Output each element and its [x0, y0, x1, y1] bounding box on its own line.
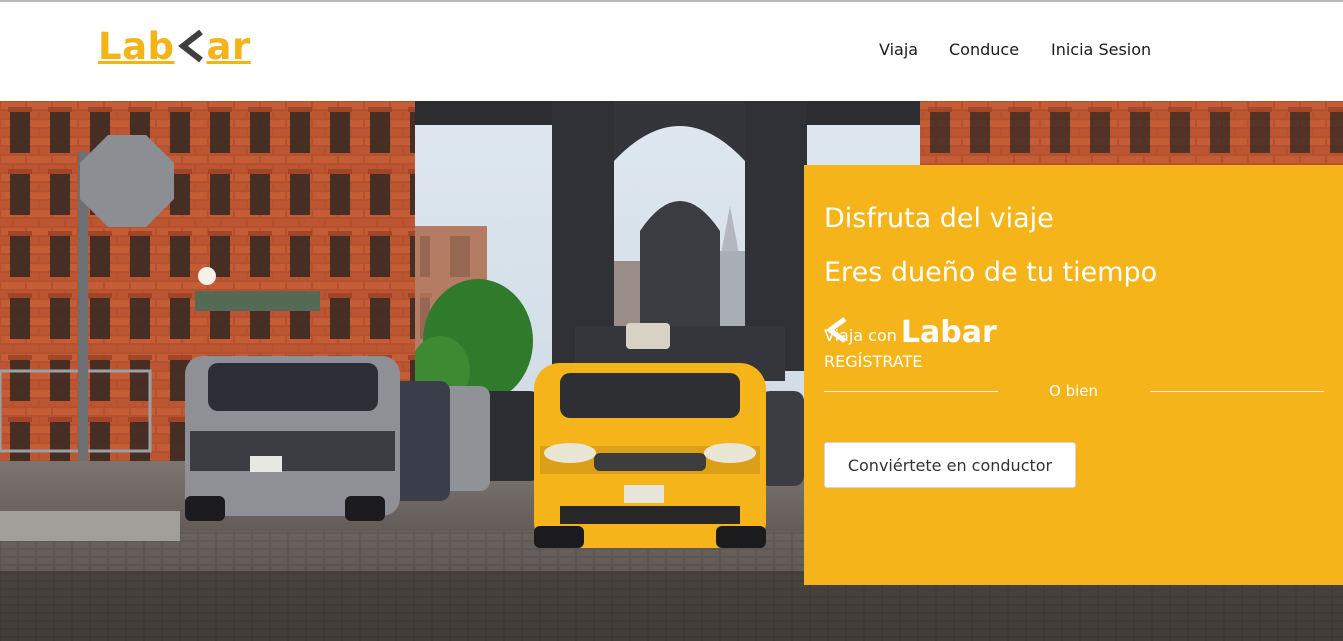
card-logo-chevron-icon	[825, 316, 847, 344]
card-logo-suffix: ar	[961, 315, 997, 350]
nav-item-viaja[interactable]: Viaja	[879, 40, 918, 59]
logo-chevron-icon	[177, 29, 203, 63]
logo-text-suffix: ar	[206, 24, 251, 68]
headline-disfruta: Disfruta del viaje	[824, 203, 1054, 234]
divider-left	[824, 391, 998, 392]
cta-card: Disfruta del viaje Eres dueño de tu tiem…	[804, 165, 1343, 585]
viaja-con-row: Viaja con Lab ar	[824, 315, 997, 350]
nav-item-conduce[interactable]: Conduce	[949, 40, 1019, 59]
headline-eres-dueno: Eres dueño de tu tiempo	[824, 257, 1158, 288]
hero-banner: Disfruta del viaje Eres dueño de tu tiem…	[0, 101, 1343, 641]
divider-right	[1150, 391, 1324, 392]
become-driver-button[interactable]: Conviértete en conductor	[824, 442, 1076, 488]
card-brand-logo: Lab ar	[825, 315, 997, 350]
divider-text: O bien	[1049, 382, 1098, 400]
nav-item-inicia-sesion[interactable]: Inicia Sesion	[1051, 40, 1151, 59]
brand-logo[interactable]: Lab ar	[98, 24, 251, 68]
register-link[interactable]: REGÍSTRATE	[824, 352, 922, 371]
logo-text-prefix: Lab	[98, 24, 175, 68]
card-logo-prefix: Lab	[900, 315, 962, 350]
site-header: Lab ar Viaja Conduce Inicia Sesion	[0, 2, 1343, 101]
